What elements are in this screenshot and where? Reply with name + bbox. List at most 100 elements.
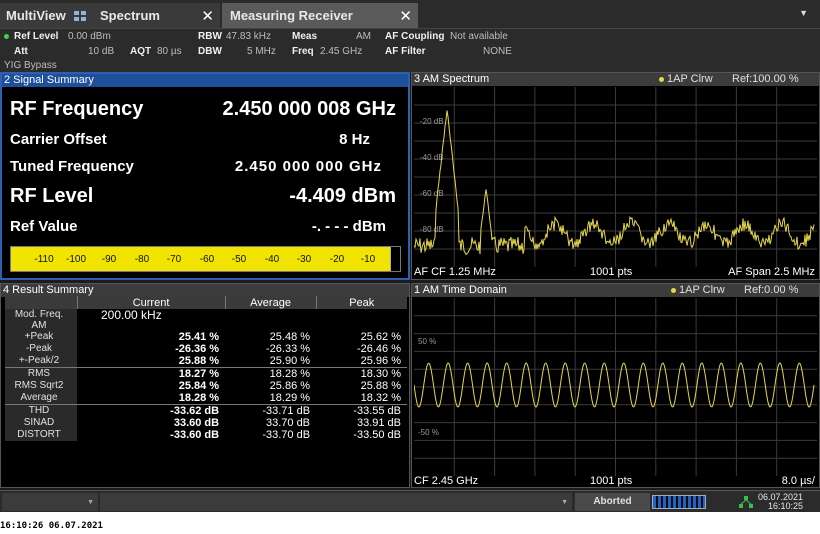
tab-measuring-receiver[interactable]: Measuring Receiver ✕: [222, 3, 418, 28]
dbw-value[interactable]: 5 MHz: [247, 46, 276, 57]
table-row: Average 18.28 % 18.29 % 18.32 %: [5, 392, 407, 405]
progress-bar: [652, 495, 706, 509]
current-cell: -26.36 %: [175, 343, 220, 355]
average-cell: -26.33 %: [266, 343, 311, 355]
average-cell: 25.86 %: [269, 380, 311, 392]
am-spectrum-panel[interactable]: 3 AM Spectrum 1AP Clrw Ref:100.00 % -20 …: [411, 72, 820, 280]
empty-cell: [225, 309, 316, 331]
af-filter-value[interactable]: NONE: [483, 46, 512, 57]
carrier-offset-value: 8 Hz: [339, 131, 370, 148]
ref-value-label: Ref Value: [10, 218, 78, 235]
average-cell: 18.29 %: [269, 392, 311, 404]
level-bar-tick: -100: [65, 254, 87, 265]
level-bar-tick: -50: [231, 254, 247, 265]
time-domain-grid: [414, 298, 817, 476]
af-coupling-value[interactable]: Not available: [450, 31, 508, 42]
chevron-down-icon: ▼: [561, 499, 568, 506]
level-bar-marker: [390, 247, 400, 271]
am-spectrum-plot[interactable]: -20 dB -40 dB -60 dB -80 dB: [414, 87, 817, 267]
multiview-grid-icon: [73, 10, 86, 21]
ref-value-value: -. - - - dBm: [311, 218, 386, 235]
time-domain-points: 1001 pts: [590, 475, 633, 487]
y-tick-label: -60 dB: [420, 189, 444, 198]
average-cell: 18.28 %: [225, 367, 317, 380]
table-row: THD -33.62 dB -33.71 dB -33.55 dB: [5, 404, 407, 417]
att-value[interactable]: 10 dB: [88, 46, 114, 57]
aqt-value[interactable]: 80 µs: [157, 46, 182, 57]
freq-value[interactable]: 2.45 GHz: [320, 46, 362, 57]
result-summary-table: Current Average Peak Mod. Freq. AM 200.0…: [5, 296, 407, 441]
tab-spectrum-label: Spectrum: [100, 8, 160, 23]
current-cell: 25.41 %: [178, 331, 220, 343]
level-bar-tick: -20: [329, 254, 345, 265]
rf-frequency-label: RF Frequency: [10, 98, 144, 120]
result-summary-panel[interactable]: 4 Result Summary Current Average Peak Mo…: [0, 283, 410, 488]
settings-bar: Ref Level 0.00 dBm Att 10 dB AQT 80 µs R…: [0, 28, 820, 72]
tuned-frequency-label: Tuned Frequency: [10, 158, 134, 175]
row-label: -Peak: [5, 343, 77, 355]
level-bar-tick: -90: [101, 254, 117, 265]
y-tick-label: -50 %: [418, 428, 439, 437]
column-header-peak: Peak: [315, 296, 407, 309]
level-bar-tick: -10: [360, 254, 376, 265]
y-tick-label: 50 %: [418, 337, 436, 346]
mod-freq-label: Mod. Freq.: [14, 309, 64, 320]
level-bar-tick: -80: [134, 254, 150, 265]
tab-spectrum[interactable]: Spectrum ✕: [96, 3, 220, 28]
trace-dot-icon: [659, 76, 664, 82]
am-spectrum-ref: Ref:100.00 %: [732, 73, 799, 85]
current-cell: 18.28 %: [178, 392, 220, 404]
table-row: SINAD 33.60 dB 33.70 dB 33.91 dB: [5, 417, 407, 429]
y-tick-label: -20 dB: [420, 117, 444, 126]
status-field-left[interactable]: ▼: [2, 493, 98, 511]
row-label: THD: [5, 404, 77, 417]
level-bar-tick: -60: [199, 254, 215, 265]
row-label-mod-freq: Mod. Freq. AM: [5, 309, 77, 331]
am-spectrum-af-span: AF Span 2.5 MHz: [728, 266, 815, 278]
row-label: +Peak: [5, 331, 77, 343]
am-spectrum-trace: 1AP Clrw: [667, 73, 713, 85]
level-bar-tick: -110: [34, 254, 54, 265]
peak-cell: 18.30 %: [316, 367, 407, 380]
time-domain-ref: Ref:0.00 %: [744, 284, 799, 296]
tab-multiview[interactable]: MultiView: [0, 3, 96, 28]
empty-cell: [316, 309, 407, 331]
peak-cell: -26.46 %: [356, 343, 401, 355]
am-spectrum-trace-info: 1AP Clrw: [659, 73, 713, 85]
meas-value[interactable]: AM: [356, 31, 371, 42]
row-label: RMS: [5, 367, 77, 380]
tuned-frequency-value: 2.450 000 000 GHz: [234, 158, 382, 175]
am-spectrum-af-cf: AF CF 1.25 MHz: [414, 266, 496, 278]
tab-menu-chevron-down-icon[interactable]: ▼: [799, 8, 808, 18]
carrier-offset-label: Carrier Offset: [10, 131, 107, 148]
table-header-row: Current Average Peak: [5, 296, 407, 309]
close-spectrum-tab-icon[interactable]: ✕: [201, 7, 214, 25]
am-spectrum-points: 1001 pts: [590, 266, 633, 278]
level-bar-tick: -70: [166, 254, 182, 265]
status-bar: ▼ ▼ Aborted 06.07.2021 16:10:25: [0, 490, 820, 512]
y-tick-label: -40 dB: [420, 153, 444, 162]
status-time: 16:10:25: [768, 501, 804, 511]
close-measuring-receiver-tab-icon[interactable]: ✕: [399, 7, 412, 25]
status-datetime: 06.07.2021 16:10:25: [758, 493, 803, 511]
row-label: +-Peak/2: [5, 355, 77, 368]
table-corner-header: [5, 296, 77, 309]
am-time-domain-panel[interactable]: 1 AM Time Domain 1AP Clrw Ref:0.00 % 50 …: [411, 283, 820, 488]
mod-freq-value: 200.00 kHz: [101, 308, 162, 322]
yig-bypass-indicator: YIG Bypass: [4, 60, 57, 71]
network-icon: [739, 496, 753, 508]
table-row: RMS 18.27 % 18.28 % 18.30 %: [5, 367, 407, 380]
peak-cell: 33.91 dB: [356, 417, 401, 429]
rf-level-bar: -110 -100 -90 -80 -70 -60 -50 -40 -30 -2…: [10, 246, 401, 272]
column-header-average: Average: [224, 296, 317, 309]
time-domain-trace: 1AP Clrw: [679, 284, 725, 296]
trace-dot-icon: [671, 287, 676, 293]
am-time-domain-plot[interactable]: 50 % -50 %: [414, 298, 817, 476]
signal-summary-panel[interactable]: 2 Signal Summary RF Frequency 2.450 000 …: [0, 72, 410, 280]
rbw-value[interactable]: 47.83 kHz: [226, 31, 271, 42]
level-bar-tick: -30: [296, 254, 312, 265]
status-field-message[interactable]: ▼: [100, 493, 572, 511]
ref-level-value[interactable]: 0.00 dBm: [68, 31, 111, 42]
average-cell: 25.48 %: [269, 331, 311, 343]
average-cell: 25.90 %: [269, 355, 311, 367]
